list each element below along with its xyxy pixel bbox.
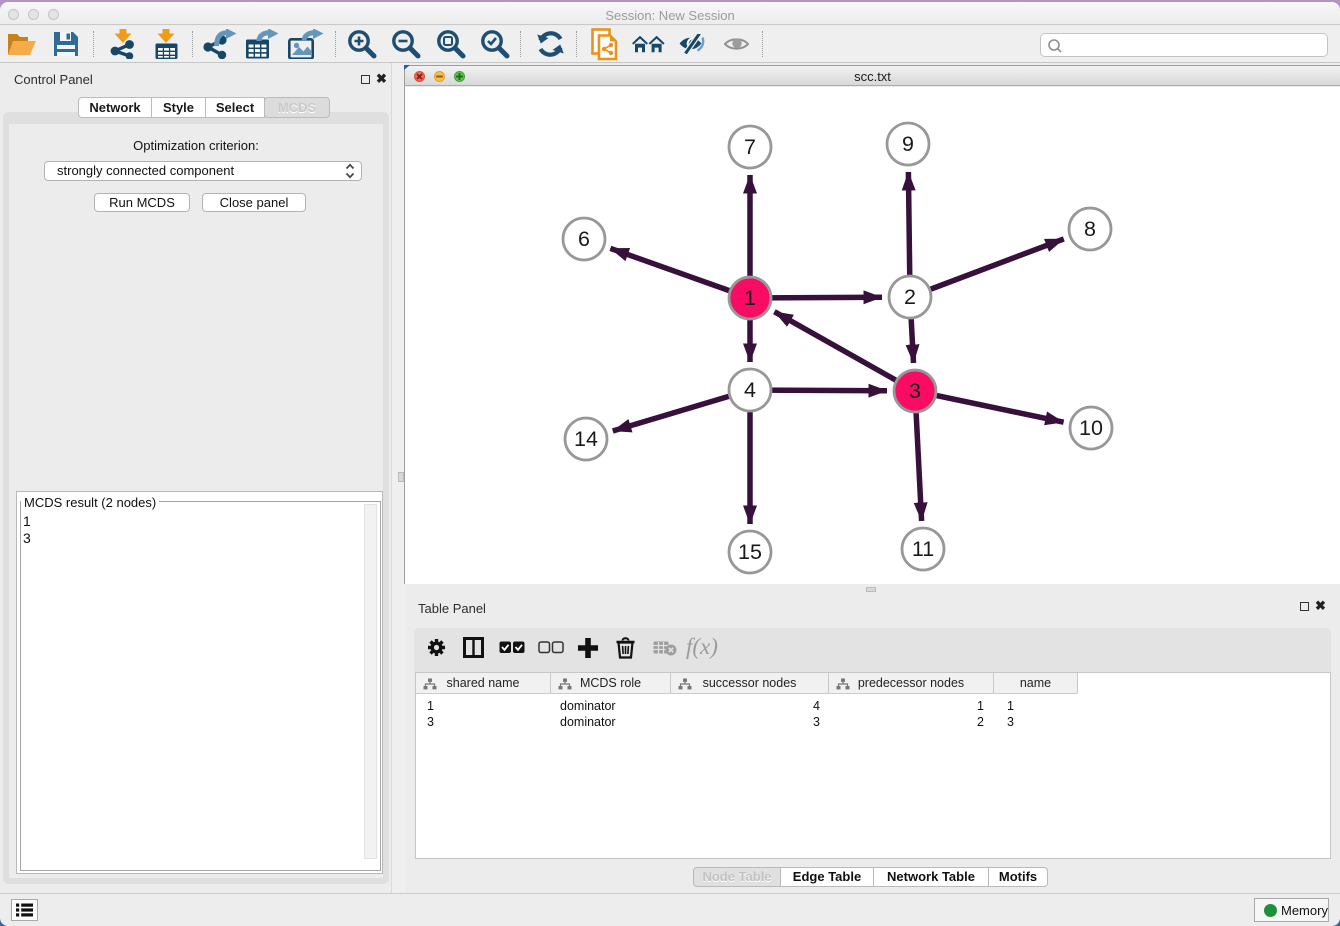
svg-text:11: 11 [912,537,934,561]
svg-text:2: 2 [904,285,916,309]
svg-text:15: 15 [738,540,762,564]
svg-text:10: 10 [1079,416,1103,440]
svg-text:7: 7 [744,135,756,159]
svg-text:4: 4 [744,378,756,402]
svg-text:8: 8 [1084,217,1096,241]
svg-text:14: 14 [574,427,598,451]
svg-text:6: 6 [578,227,590,251]
svg-text:3: 3 [909,379,921,403]
svg-text:1: 1 [744,286,756,310]
svg-text:9: 9 [902,132,914,156]
